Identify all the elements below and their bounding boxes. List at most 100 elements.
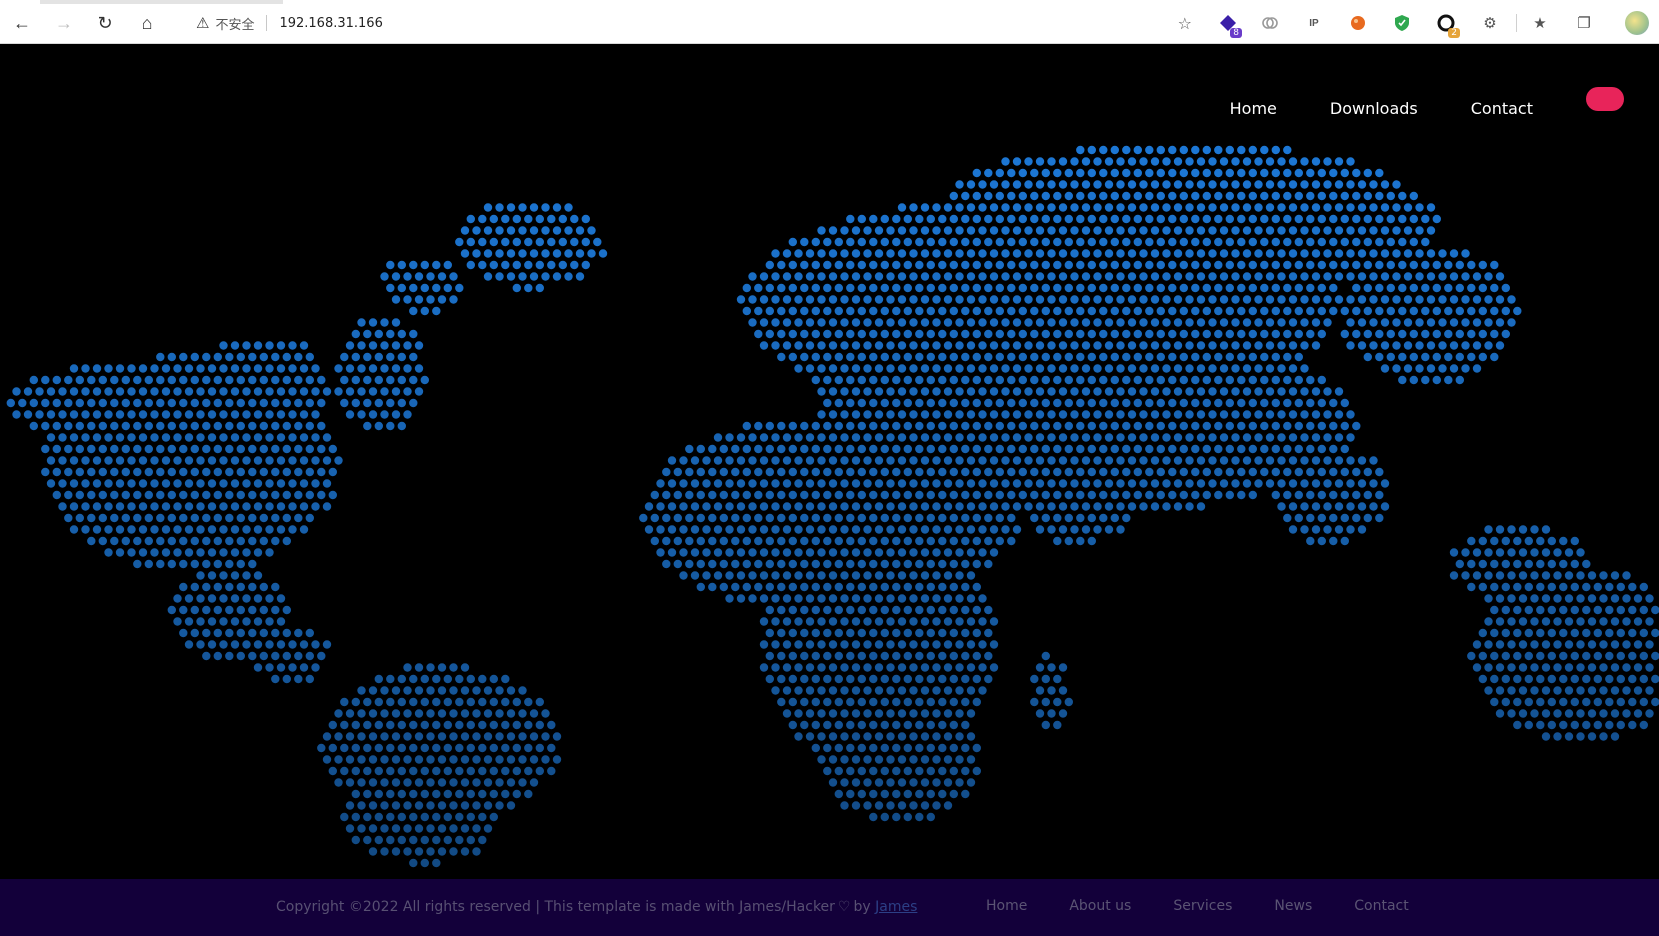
extension-4-icon[interactable] — [1346, 11, 1370, 35]
map-dot — [380, 410, 389, 419]
map-dot — [1001, 157, 1010, 166]
map-dot — [1191, 214, 1200, 224]
map-dot — [1122, 352, 1131, 362]
map-dot — [1242, 157, 1252, 166]
map-dot — [363, 766, 372, 776]
map-dot — [742, 283, 751, 293]
map-dot — [1369, 295, 1378, 304]
map-dot — [1260, 306, 1269, 316]
map-dot — [1317, 467, 1327, 477]
map-dot — [800, 260, 809, 270]
map-dot — [299, 433, 309, 442]
map-dot — [1133, 444, 1143, 454]
reload-icon[interactable]: ↻ — [91, 9, 119, 37]
map-dot — [702, 571, 711, 580]
map-dot — [460, 249, 470, 258]
extensions-puzzle-icon[interactable]: ⚙ — [1478, 11, 1502, 35]
map-dot — [115, 387, 125, 396]
extension-1-icon[interactable]: 8 — [1216, 11, 1242, 38]
map-dot — [1645, 617, 1654, 626]
nav-action-button[interactable] — [1586, 87, 1624, 111]
nav-home-link[interactable]: Home — [1230, 99, 1277, 118]
map-dot — [460, 801, 470, 810]
map-dot — [81, 433, 90, 442]
map-dot — [271, 628, 280, 638]
map-dot — [1467, 559, 1476, 569]
map-dot — [1265, 272, 1275, 281]
map-dot — [846, 375, 855, 385]
map-dot — [202, 398, 211, 408]
map-dot — [466, 697, 475, 707]
map-dot — [1219, 341, 1229, 350]
map-dot — [932, 594, 941, 603]
map-dot — [938, 260, 947, 270]
map-dot — [1110, 490, 1120, 500]
url-text[interactable]: 192.168.31.166 — [279, 16, 382, 31]
map-dot — [765, 559, 774, 569]
shield-extension-icon[interactable] — [1390, 11, 1414, 35]
map-dot — [874, 433, 884, 442]
favorites-icon[interactable]: ★ — [1528, 11, 1552, 35]
map-dot — [276, 341, 286, 350]
nav-contact-link[interactable]: Contact — [1471, 99, 1533, 118]
map-dot — [478, 237, 487, 247]
extension-2-icon[interactable] — [1258, 11, 1282, 35]
map-dot — [1064, 329, 1074, 339]
map-dot — [1507, 640, 1516, 649]
map-dot — [817, 387, 826, 396]
footer-link-services[interactable]: Services — [1173, 898, 1232, 914]
map-dot — [1047, 180, 1056, 189]
favorite-add-icon[interactable]: ☆ — [1178, 14, 1192, 34]
map-dot — [449, 778, 458, 787]
map-dot — [1530, 663, 1539, 672]
map-dot — [938, 559, 947, 569]
profile-avatar[interactable] — [1625, 11, 1649, 35]
map-dot — [380, 272, 389, 281]
footer-link-contact[interactable]: Contact — [1354, 898, 1408, 914]
footer-link-home[interactable]: Home — [986, 898, 1027, 914]
map-dot — [1099, 145, 1108, 155]
forward-icon[interactable]: → — [50, 9, 78, 37]
map-dot — [334, 709, 343, 718]
map-dot — [932, 640, 941, 649]
map-dot — [81, 364, 90, 373]
map-dot — [754, 283, 763, 293]
map-dot — [478, 697, 487, 707]
map-dot — [886, 318, 895, 327]
map-dot — [1357, 502, 1367, 511]
footer-link-news[interactable]: News — [1274, 898, 1312, 914]
map-dot — [1518, 686, 1528, 695]
footer-link-about-us[interactable]: About us — [1069, 898, 1131, 914]
map-dot — [955, 203, 964, 212]
extension-6-icon[interactable]: 2 — [1434, 11, 1460, 38]
map-dot — [805, 364, 815, 373]
map-dot — [955, 548, 964, 557]
map-dot — [570, 214, 579, 224]
map-dot — [851, 341, 861, 350]
map-dot — [857, 375, 866, 385]
map-dot — [995, 490, 1004, 500]
map-dot — [294, 444, 303, 454]
map-dot — [920, 617, 930, 626]
map-dot — [754, 559, 763, 569]
home-icon[interactable]: ⌂ — [133, 9, 161, 37]
map-dot — [202, 490, 211, 500]
security-label[interactable]: 不安全 — [215, 14, 254, 33]
back-icon[interactable]: ← — [8, 9, 36, 37]
map-dot — [230, 571, 240, 580]
map-dot — [920, 502, 930, 511]
address-bar[interactable]: ⚠ 不安全 192.168.31.166 ☆ — [184, 8, 1200, 38]
nav-downloads-link[interactable]: Downloads — [1330, 99, 1418, 118]
author-link[interactable]: James — [875, 899, 917, 915]
map-dot — [943, 755, 953, 764]
map-dot — [1156, 421, 1166, 431]
warning-icon[interactable]: ⚠ — [196, 14, 209, 32]
map-dot — [1260, 329, 1269, 339]
map-dot — [311, 479, 320, 488]
collections-icon[interactable]: ❐ — [1572, 11, 1596, 35]
map-dot — [1168, 352, 1177, 362]
map-dot — [782, 341, 792, 350]
map-dot — [719, 490, 728, 500]
map-dot — [834, 513, 843, 523]
ip-extension-icon[interactable]: IP — [1302, 11, 1326, 35]
